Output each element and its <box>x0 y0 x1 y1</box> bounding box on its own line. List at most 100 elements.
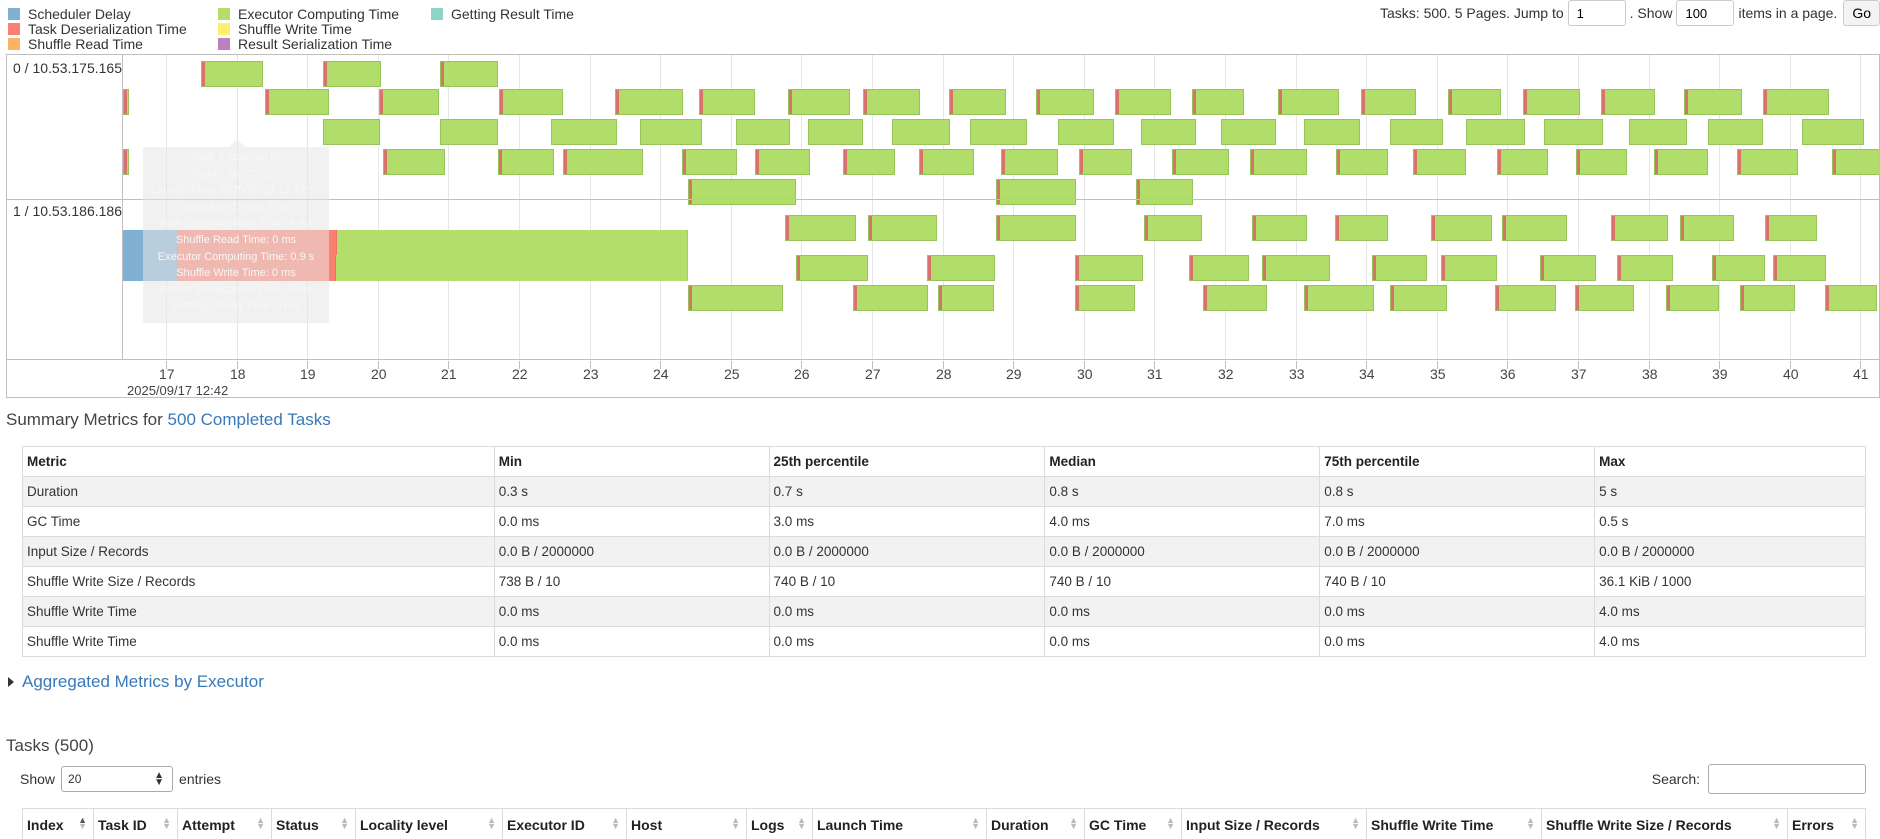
tasks-column-header[interactable]: Task ID ▲ ▼ <box>94 809 178 839</box>
task-bar[interactable] <box>970 119 1027 145</box>
tasks-column-header[interactable]: Locality level ▲ ▼ <box>356 809 503 839</box>
task-bar[interactable] <box>755 149 810 175</box>
task-bar[interactable] <box>1431 215 1492 241</box>
task-bar[interactable] <box>123 89 129 115</box>
task-bar[interactable] <box>682 149 737 175</box>
task-bar[interactable] <box>1036 89 1094 115</box>
task-bar[interactable] <box>1712 255 1765 281</box>
task-bar[interactable] <box>1058 119 1114 145</box>
task-bar[interactable] <box>996 179 1076 205</box>
task-bar[interactable] <box>1666 285 1719 311</box>
task-bar[interactable] <box>123 149 129 175</box>
tasks-column-header[interactable]: Launch Time ▲ ▼ <box>813 809 987 839</box>
page-size-input[interactable] <box>1676 0 1735 26</box>
task-bar[interactable] <box>1680 215 1734 241</box>
tasks-column-header[interactable]: Executor ID ▲ ▼ <box>503 809 627 839</box>
task-bar[interactable] <box>1189 255 1249 281</box>
task-bar[interactable] <box>563 149 643 175</box>
tasks-column-header[interactable]: Index ▲ ▼ <box>22 809 94 839</box>
task-bar[interactable] <box>1773 255 1826 281</box>
task-bar[interactable] <box>1001 149 1058 175</box>
task-bar[interactable] <box>1497 149 1548 175</box>
task-bar[interactable] <box>1802 119 1864 145</box>
task-bar[interactable] <box>808 119 863 145</box>
task-bar[interactable] <box>1115 89 1171 115</box>
task-bar[interactable] <box>1832 149 1879 175</box>
task-bar[interactable] <box>1335 215 1388 241</box>
tasks-column-header[interactable]: Input Size / Records ▲ ▼ <box>1182 809 1367 839</box>
aggregated-metrics-toggle[interactable]: Aggregated Metrics by Executor <box>8 672 264 692</box>
task-bar[interactable] <box>1765 215 1817 241</box>
task-bar[interactable] <box>1448 89 1501 115</box>
task-bar[interactable] <box>1684 89 1742 115</box>
task-bar[interactable] <box>853 285 928 311</box>
task-bar[interactable] <box>949 89 1006 115</box>
task-bar[interactable] <box>1544 119 1603 145</box>
task-bar[interactable] <box>1495 285 1556 311</box>
task-bar[interactable] <box>265 89 329 115</box>
task-bar[interactable] <box>379 89 439 115</box>
task-bar[interactable] <box>1250 149 1307 175</box>
task-bar[interactable] <box>551 119 617 145</box>
task-bar[interactable] <box>440 119 498 145</box>
task-bar[interactable] <box>919 149 974 175</box>
task-bar[interactable] <box>1763 89 1829 115</box>
task-bar[interactable] <box>1304 119 1360 145</box>
task-bar[interactable] <box>1278 89 1339 115</box>
task-bar[interactable] <box>1390 285 1447 311</box>
task-bar[interactable] <box>1252 215 1307 241</box>
task-bar[interactable] <box>868 215 937 241</box>
task-bar[interactable] <box>736 119 790 145</box>
task-bar[interactable] <box>1441 255 1497 281</box>
task-bar[interactable] <box>1601 89 1655 115</box>
tasks-column-header[interactable]: Logs ▲ ▼ <box>747 809 813 839</box>
task-bar[interactable] <box>785 215 856 241</box>
task-bar[interactable] <box>796 255 868 281</box>
task-bar[interactable] <box>1390 119 1443 145</box>
task-bar[interactable] <box>1336 149 1388 175</box>
task-bar[interactable] <box>1262 255 1330 281</box>
go-button[interactable]: Go <box>1843 0 1880 26</box>
task-bar[interactable] <box>1737 149 1798 175</box>
task-bar[interactable] <box>688 179 796 205</box>
task-bar[interactable] <box>1575 285 1634 311</box>
task-bar[interactable] <box>1141 119 1196 145</box>
task-bar[interactable] <box>1617 255 1673 281</box>
task-bar[interactable] <box>1540 255 1596 281</box>
tasks-column-header[interactable]: Shuffle Write Time ▲ ▼ <box>1367 809 1542 839</box>
task-bar[interactable] <box>1079 149 1132 175</box>
task-bar[interactable] <box>1413 149 1466 175</box>
task-bar[interactable] <box>892 119 950 145</box>
tasks-column-header[interactable]: GC Time ▲ ▼ <box>1085 809 1182 839</box>
task-bar[interactable] <box>1654 149 1708 175</box>
task-bar[interactable] <box>1629 119 1687 145</box>
task-bar[interactable] <box>1192 89 1244 115</box>
task-bar[interactable] <box>323 61 381 87</box>
task-bar[interactable] <box>1075 285 1135 311</box>
task-bar[interactable] <box>688 285 783 311</box>
task-bar[interactable] <box>1203 285 1267 311</box>
task-bar[interactable] <box>1611 215 1668 241</box>
task-bar[interactable] <box>323 119 380 145</box>
task-bar[interactable] <box>1221 119 1276 145</box>
task-bar[interactable] <box>1304 285 1374 311</box>
task-bar[interactable] <box>1708 119 1763 145</box>
task-bar[interactable] <box>788 89 850 115</box>
task-bar[interactable] <box>1825 285 1877 311</box>
completed-tasks-link[interactable]: 500 Completed Tasks <box>168 410 331 429</box>
tasks-column-header[interactable]: Errors ▲ ▼ <box>1788 809 1866 839</box>
task-bar[interactable] <box>1576 149 1627 175</box>
task-bar[interactable] <box>1144 215 1202 241</box>
event-timeline[interactable]: 0 / 10.53.175.165 1 / 10.53.186.186 17 18… <box>6 54 1880 398</box>
task-bar[interactable] <box>615 89 683 115</box>
task-bar[interactable] <box>1740 285 1795 311</box>
task-bar[interactable] <box>383 149 445 175</box>
task-bar[interactable] <box>938 285 994 311</box>
task-bar[interactable] <box>1075 255 1143 281</box>
search-input[interactable] <box>1708 764 1866 794</box>
task-bar[interactable] <box>1523 89 1580 115</box>
task-bar[interactable] <box>996 215 1076 241</box>
tasks-column-header[interactable]: Status ▲ ▼ <box>272 809 356 839</box>
task-bar[interactable] <box>843 149 895 175</box>
task-bar[interactable] <box>440 61 498 87</box>
